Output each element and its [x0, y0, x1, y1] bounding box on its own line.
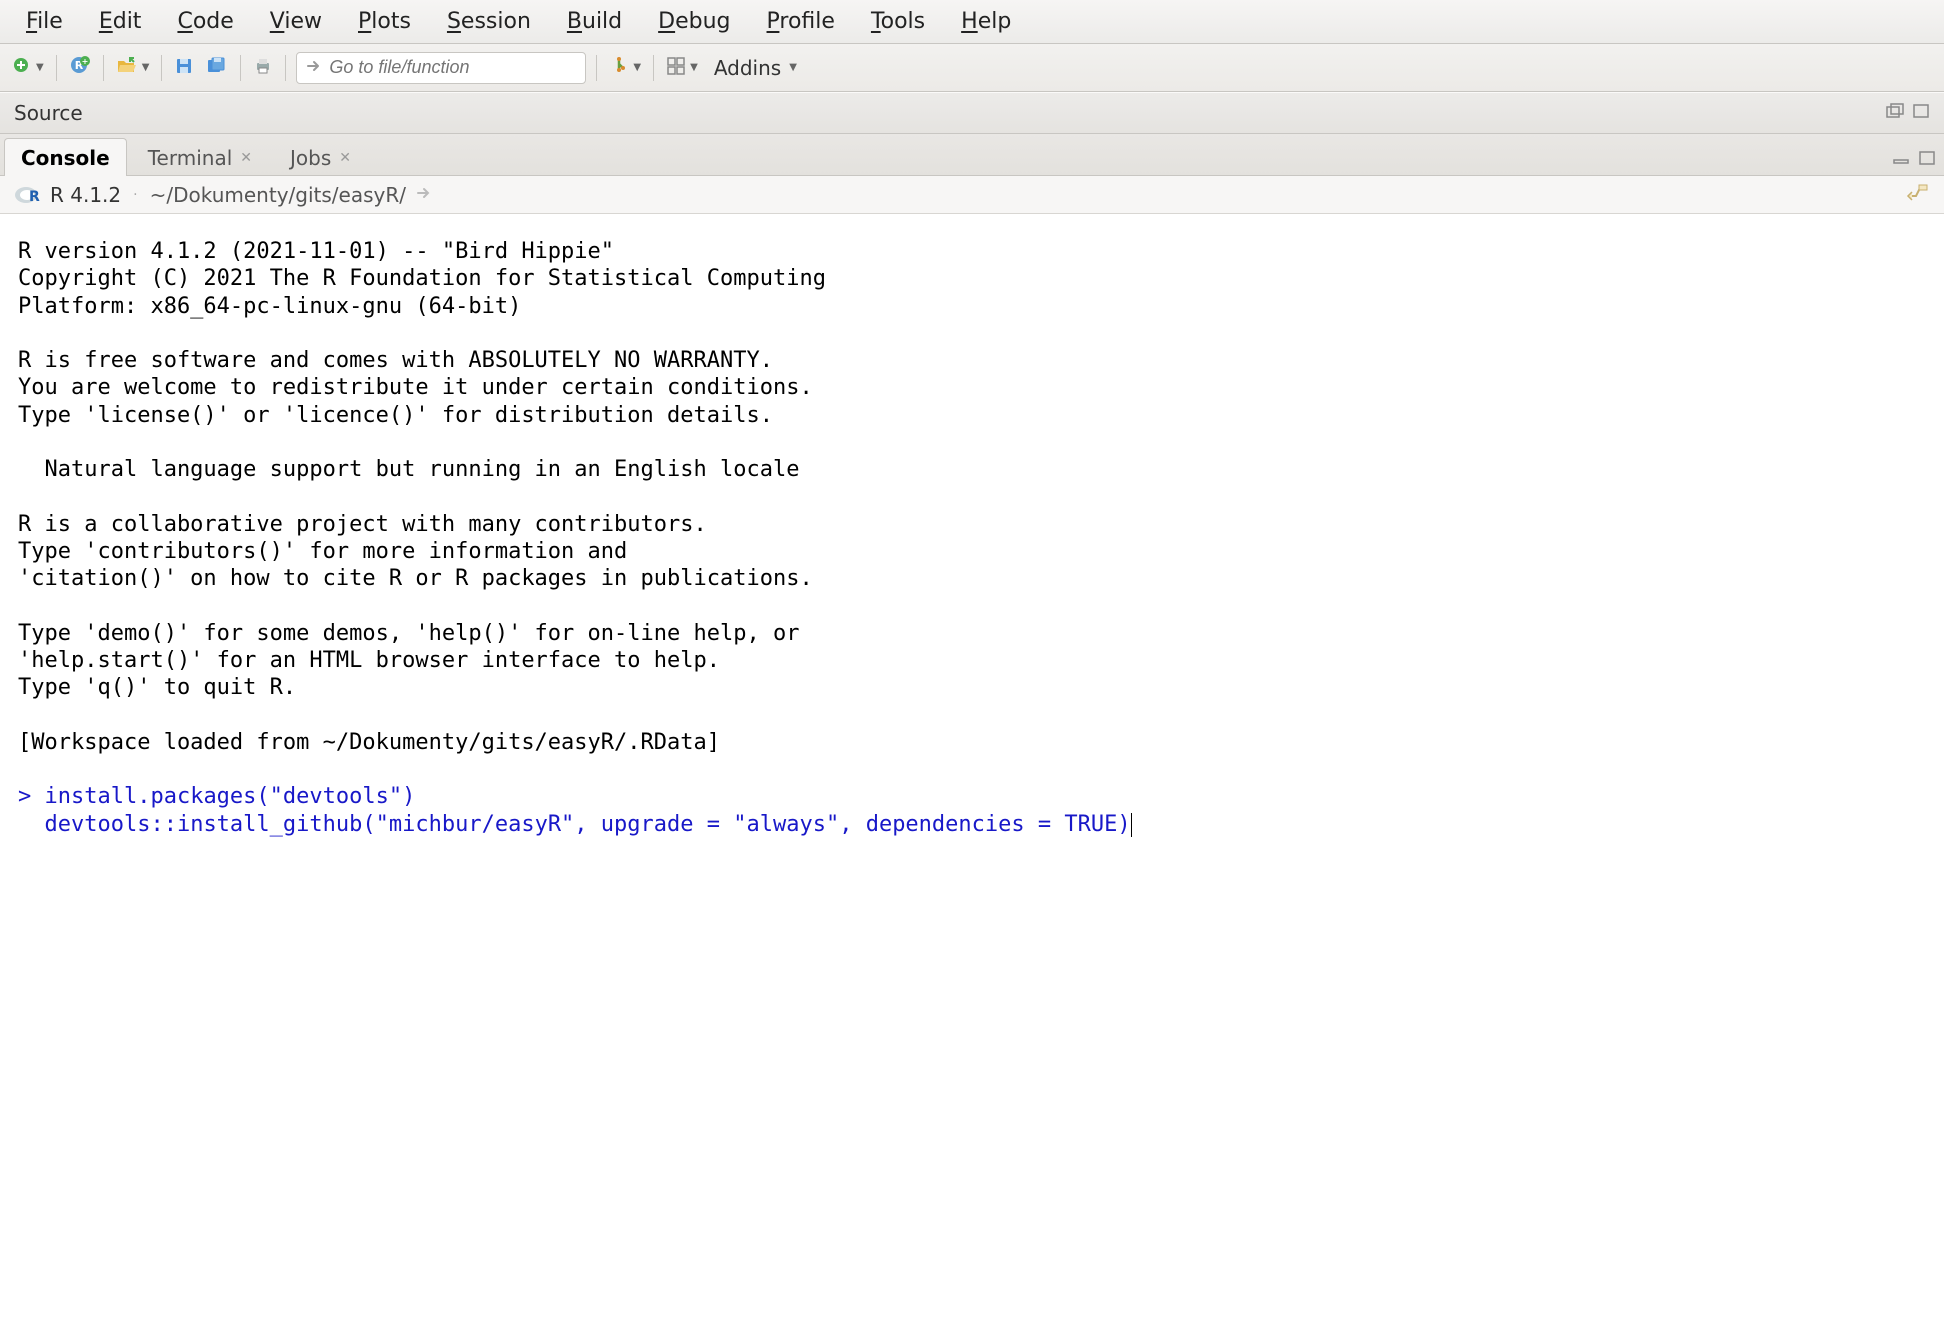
- clear-console-icon[interactable]: [1906, 182, 1930, 208]
- tab-console-label: Console: [21, 146, 110, 170]
- console-tabbar: Console Terminal ✕ Jobs ✕: [0, 134, 1944, 176]
- close-icon[interactable]: ✕: [339, 150, 351, 166]
- version-control-button[interactable]: ▼: [603, 51, 647, 85]
- menu-build[interactable]: Build: [549, 5, 640, 38]
- tab-console[interactable]: Console: [4, 138, 127, 176]
- print-icon: [253, 56, 273, 80]
- console-output[interactable]: R version 4.1.2 (2021-11-01) -- "Bird Hi…: [0, 214, 1944, 1344]
- save-icon: [174, 56, 194, 80]
- svg-text:R: R: [29, 189, 40, 205]
- restore-pane-icon[interactable]: [1886, 103, 1906, 123]
- separator: [240, 55, 241, 81]
- separator: [161, 55, 162, 81]
- chevron-down-icon: ▼: [789, 62, 797, 73]
- console-prompt: >: [18, 784, 45, 809]
- save-all-button[interactable]: [200, 51, 234, 85]
- console-command-line-2: devtools::install_github("michbur/easyR"…: [45, 812, 1131, 837]
- source-pane-label: Source: [14, 101, 83, 125]
- close-icon[interactable]: ✕: [240, 150, 252, 166]
- menu-debug[interactable]: Debug: [640, 5, 748, 38]
- print-button[interactable]: [247, 51, 279, 85]
- source-pane-header: Source: [0, 92, 1944, 134]
- source-pane-controls: [1886, 103, 1930, 123]
- menu-tools[interactable]: Tools: [853, 5, 943, 38]
- tab-jobs[interactable]: Jobs ✕: [273, 138, 368, 176]
- separator: [653, 55, 654, 81]
- console-pane-controls: [1892, 151, 1936, 175]
- new-file-button[interactable]: ▼: [6, 51, 50, 85]
- addins-label: Addins: [714, 56, 781, 80]
- r-project-icon: R+: [69, 55, 91, 81]
- goto-arrow-icon: [305, 57, 329, 79]
- r-version-label: R 4.1.2: [50, 183, 121, 207]
- menu-file[interactable]: File: [8, 5, 81, 38]
- addins-menu[interactable]: Addins ▼: [704, 52, 807, 84]
- save-button[interactable]: [168, 51, 200, 85]
- chevron-down-icon: ▼: [36, 62, 44, 73]
- text-cursor: [1131, 813, 1133, 837]
- git-icon: [609, 56, 629, 80]
- panes-icon: [666, 56, 686, 80]
- chevron-down-icon: ▼: [633, 62, 641, 73]
- separator: [285, 55, 286, 81]
- svg-text:+: +: [81, 57, 88, 66]
- menu-plots[interactable]: Plots: [340, 5, 429, 38]
- save-all-icon: [206, 56, 228, 80]
- working-dir-path[interactable]: ~/Dokumenty/gits/easyR/: [150, 183, 406, 207]
- separator-dot: ·: [133, 187, 137, 203]
- tab-jobs-label: Jobs: [290, 146, 331, 170]
- r-logo-icon: R: [14, 184, 40, 206]
- separator: [596, 55, 597, 81]
- main-toolbar: ▼ R+ ▼: [0, 44, 1944, 92]
- new-project-button[interactable]: R+: [63, 51, 97, 85]
- menu-edit[interactable]: Edit: [81, 5, 160, 38]
- separator: [103, 55, 104, 81]
- minimize-pane-icon[interactable]: [1892, 152, 1912, 170]
- chevron-down-icon: ▼: [142, 62, 150, 73]
- goto-input[interactable]: [329, 57, 577, 78]
- new-file-icon: [12, 56, 32, 80]
- menu-help[interactable]: Help: [943, 5, 1029, 38]
- menu-profile[interactable]: Profile: [749, 5, 853, 38]
- maximize-pane-icon[interactable]: [1912, 103, 1930, 123]
- maximize-pane-icon[interactable]: [1918, 151, 1936, 171]
- tab-terminal-label: Terminal: [148, 146, 233, 170]
- menu-code[interactable]: Code: [159, 5, 251, 38]
- console-command-line-1: install.packages("devtools"): [45, 784, 416, 809]
- panes-layout-button[interactable]: ▼: [660, 51, 704, 85]
- console-info-bar: R R 4.1.2 · ~/Dokumenty/gits/easyR/: [0, 176, 1944, 214]
- console-indent: [18, 812, 45, 837]
- chevron-down-icon: ▼: [690, 62, 698, 73]
- view-dir-icon[interactable]: [416, 185, 434, 205]
- console-startup-text: R version 4.1.2 (2021-11-01) -- "Bird Hi…: [18, 239, 826, 755]
- open-file-button[interactable]: ▼: [110, 51, 156, 85]
- tab-terminal[interactable]: Terminal ✕: [131, 138, 269, 176]
- menubar: File Edit Code View Plots Session Build …: [0, 0, 1944, 44]
- folder-open-icon: [116, 56, 138, 80]
- goto-file-function-box[interactable]: [296, 52, 586, 84]
- separator: [56, 55, 57, 81]
- menu-view[interactable]: View: [252, 5, 340, 38]
- menu-session[interactable]: Session: [429, 5, 549, 38]
